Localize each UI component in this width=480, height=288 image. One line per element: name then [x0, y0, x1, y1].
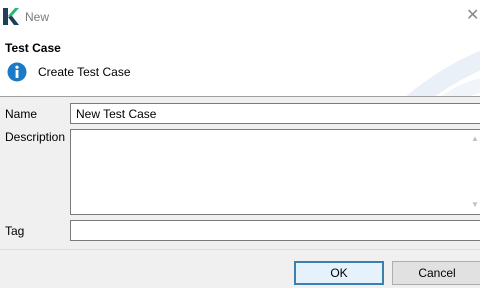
banner-title: Test Case: [5, 41, 61, 55]
tag-input[interactable]: [70, 220, 480, 241]
title-bar: New ✕: [0, 0, 480, 33]
header-banner: Test Case Create Test Case: [0, 33, 480, 96]
info-icon: [7, 62, 27, 82]
description-input[interactable]: ▲ ▼: [70, 129, 480, 215]
banner-message: Create Test Case: [38, 65, 131, 79]
window-title: New: [25, 10, 50, 24]
close-icon[interactable]: ✕: [466, 6, 480, 26]
cancel-button[interactable]: Cancel: [392, 261, 480, 285]
tag-label: Tag: [5, 224, 25, 238]
katalon-logo-icon: [3, 8, 19, 25]
description-label: Description: [5, 130, 66, 144]
new-test-case-dialog: New ✕ Test Case Create Test Case Name Ne…: [0, 0, 480, 288]
name-label: Name: [5, 107, 38, 121]
scroll-up-icon[interactable]: ▲: [471, 134, 480, 144]
name-input-value: New Test Case: [76, 107, 157, 121]
banner-divider: [0, 96, 480, 97]
scroll-down-icon[interactable]: ▼: [471, 200, 480, 210]
ok-button[interactable]: OK: [294, 261, 384, 285]
name-input[interactable]: New Test Case: [70, 103, 480, 124]
banner-decoration: [406, 50, 480, 96]
footer-divider: [0, 249, 480, 250]
